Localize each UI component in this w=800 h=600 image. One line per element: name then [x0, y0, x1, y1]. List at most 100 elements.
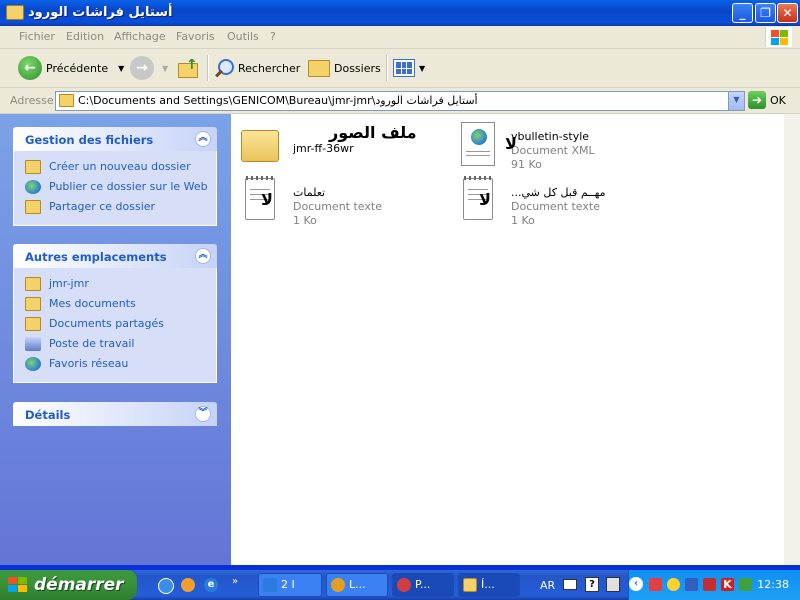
quicklaunch-app-icon[interactable] — [181, 578, 195, 592]
file-item[interactable]: تعلمات Document texte 1 Ko لا — [235, 176, 445, 227]
taskbar-item-explorer[interactable]: Í... — [458, 573, 520, 597]
windows-logo-icon — [765, 27, 792, 47]
tray-app-icon[interactable] — [649, 578, 662, 591]
file-overlay-text: لا — [479, 190, 491, 209]
other-places-panel: Autres emplacements ︽ jmr-jmr Mes docume… — [13, 244, 217, 383]
taskbar-item-ie[interactable]: 2 I — [258, 573, 322, 597]
address-dropdown-icon[interactable]: ▼ — [728, 92, 744, 110]
antivirus-icon[interactable]: K — [721, 578, 734, 591]
search-icon — [214, 58, 234, 78]
menu-favorites[interactable]: Favoris — [176, 30, 215, 43]
forward-arrow-icon: → — [130, 56, 154, 80]
views-icon — [393, 59, 415, 77]
views-dropdown-icon[interactable]: ▼ — [419, 64, 425, 73]
share-folder-icon — [25, 200, 41, 214]
menu-help[interactable]: ? — [270, 30, 276, 43]
start-label: démarrer — [34, 575, 124, 595]
toolbar: ← Précédente ▼ → ▼ ↑ Rechercher Dossiers… — [0, 49, 800, 88]
title-bar: أستايل فراشات الورود _ ❐ ✕ — [0, 0, 800, 26]
folder-icon — [241, 130, 279, 162]
restore-icon[interactable] — [606, 577, 620, 592]
app-icon — [397, 578, 411, 592]
folder-icon — [463, 578, 477, 592]
new-folder-icon — [25, 160, 41, 174]
window-title: أستايل فراشات الورود — [28, 5, 173, 20]
details-header[interactable]: Détails ︾ — [13, 402, 217, 426]
back-button[interactable]: ← Précédente ▼ — [18, 54, 124, 82]
taskbar-item-label: P... — [415, 578, 431, 591]
security-icon[interactable] — [703, 578, 716, 591]
file-tasks-header[interactable]: Gestion des fichiers ︽ — [13, 127, 217, 151]
up-folder-icon: ↑ — [178, 57, 200, 79]
taskbar-item-player[interactable]: L... — [326, 573, 388, 597]
task-label: Partager ce dossier — [49, 200, 156, 213]
place-label: jmr-jmr — [49, 277, 89, 290]
views-button[interactable]: ▼ — [393, 54, 425, 82]
menu-view[interactable]: Affichage — [114, 30, 166, 43]
expand-icon[interactable]: ︾ — [195, 406, 211, 422]
close-button[interactable]: ✕ — [777, 3, 798, 23]
file-tasks-panel: Gestion des fichiers ︽ Créer un nouveau … — [13, 127, 217, 226]
help-icon[interactable]: ? — [585, 577, 599, 592]
task-share-folder[interactable]: Partager ce dossier — [14, 197, 216, 217]
clock[interactable]: 12:38 — [757, 578, 789, 591]
forward-button[interactable]: → ▼ — [130, 54, 168, 82]
task-pane: Gestion des fichiers ︽ Créer un nouveau … — [0, 114, 231, 565]
details-panel: Détails ︾ — [13, 402, 217, 426]
place-label: Documents partagés — [49, 317, 164, 330]
collapse-icon[interactable]: ︽ — [195, 131, 211, 147]
back-arrow-icon: ← — [18, 56, 42, 80]
network-icon[interactable] — [739, 578, 752, 591]
folder-icon — [6, 5, 24, 20]
bluetooth-icon[interactable] — [685, 578, 698, 591]
other-places-header[interactable]: Autres emplacements ︽ — [13, 244, 217, 268]
menu-edit[interactable]: Edition — [66, 30, 104, 43]
address-bar: Adresse C:\Documents and Settings\GENICO… — [0, 88, 800, 114]
file-size: 1 Ko — [293, 214, 317, 227]
task-publish-web[interactable]: Publier ce dossier sur le Web — [14, 177, 216, 197]
address-value: C:\Documents and Settings\GENICOM\Bureau… — [78, 94, 478, 107]
search-button[interactable]: Rechercher — [214, 54, 300, 82]
go-arrow-icon: ➔ — [748, 91, 766, 109]
quicklaunch-more-icon[interactable]: » — [232, 576, 238, 587]
menu-tools[interactable]: Outils — [227, 30, 259, 43]
place-network[interactable]: Favoris réseau — [14, 354, 216, 374]
media-player-icon — [331, 578, 345, 592]
my-documents-icon — [25, 297, 41, 311]
place-my-documents[interactable]: Mes documents — [14, 294, 216, 314]
menu-file[interactable]: Fichier — [19, 30, 55, 43]
file-type: Document texte — [293, 200, 382, 213]
quicklaunch-msn-icon[interactable] — [158, 578, 174, 594]
address-field[interactable]: C:\Documents and Settings\GENICOM\Bureau… — [55, 91, 745, 111]
maximize-button[interactable]: ❐ — [755, 3, 776, 23]
place-label: Poste de travail — [49, 337, 135, 350]
file-name: ...مهــم قبل كل شي — [511, 186, 606, 199]
task-new-folder[interactable]: Créer un nouveau dossier — [14, 157, 216, 177]
up-folder-button[interactable]: ↑ — [178, 54, 200, 82]
file-item[interactable]: jmr-ff-36wr ملف الصور — [235, 122, 445, 170]
folders-button[interactable]: Dossiers — [308, 54, 381, 82]
internet-explorer-icon — [263, 578, 277, 592]
file-overlay-text: لا — [261, 190, 273, 209]
show-hidden-icons-icon[interactable]: ‹ — [629, 577, 643, 591]
minimize-button[interactable]: _ — [732, 3, 753, 23]
back-dropdown-icon[interactable]: ▼ — [118, 64, 124, 73]
collapse-icon[interactable]: ︽ — [195, 248, 211, 264]
keyboard-icon[interactable] — [563, 579, 577, 590]
file-item[interactable]: vbulletin-style Document XML 91 Ko لا — [453, 122, 663, 171]
messenger-icon[interactable] — [667, 578, 680, 591]
taskbar: démarrer e » 2 I L... P... Í... AR ? ‹ K… — [0, 570, 800, 600]
web-publish-icon — [25, 180, 41, 194]
taskbar-item-app[interactable]: P... — [392, 573, 454, 597]
language-indicator[interactable]: AR — [540, 579, 555, 592]
file-size: 91 Ko — [511, 158, 542, 171]
place-jmr-jmr[interactable]: jmr-jmr — [14, 274, 216, 294]
start-button[interactable]: démarrer — [0, 570, 137, 600]
file-item[interactable]: ...مهــم قبل كل شي Document texte 1 Ko ل… — [453, 176, 663, 227]
go-button[interactable]: ➔ OK — [748, 91, 786, 109]
place-shared-documents[interactable]: Documents partagés — [14, 314, 216, 334]
internet-explorer-icon[interactable]: e — [204, 578, 218, 592]
file-size: 1 Ko — [511, 214, 535, 227]
place-my-computer[interactable]: Poste de travail — [14, 334, 216, 354]
folders-label: Dossiers — [334, 61, 381, 75]
